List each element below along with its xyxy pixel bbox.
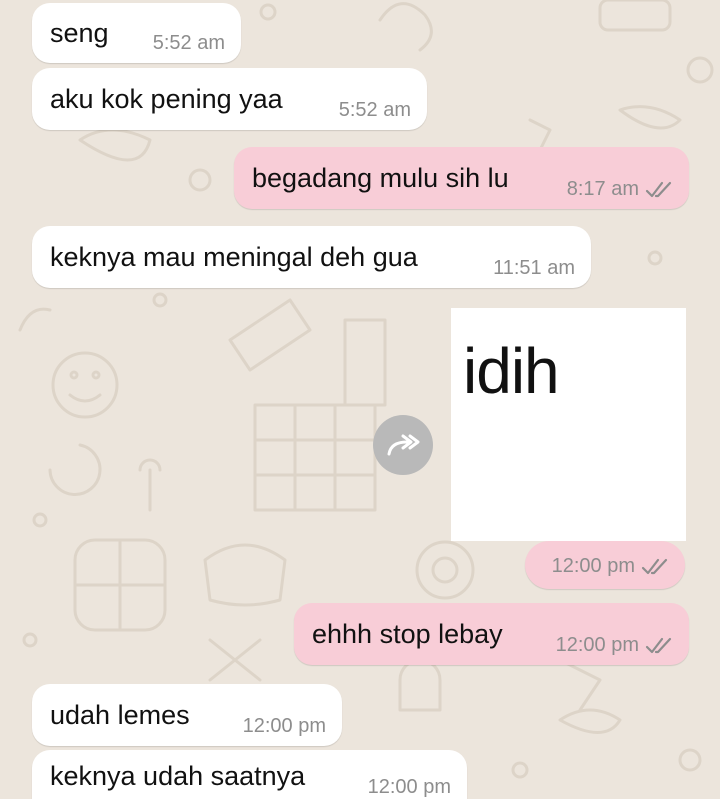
message-time: 5:52 am xyxy=(152,32,225,54)
image-caption-text: idih xyxy=(463,335,560,407)
bubble-tail xyxy=(44,3,45,4)
message-bubble-incoming[interactable]: udah lemes 12:00 pm xyxy=(32,684,342,746)
message-time: 12:00 pm xyxy=(367,776,451,798)
message-meta: 12:00 pm xyxy=(368,776,451,799)
shared-image[interactable]: idih xyxy=(451,308,686,541)
double-check-icon xyxy=(641,558,668,574)
message-meta: 12:00 pm xyxy=(556,634,673,657)
forward-arrow-icon xyxy=(387,434,420,456)
message-meta: 5:52 am xyxy=(153,32,225,55)
message-text: keknya mau meningal deh gua xyxy=(50,241,418,272)
message-meta: 11:51 am xyxy=(493,257,575,280)
message-time: 12:00 pm xyxy=(242,715,326,737)
message-bubble-incoming[interactable]: seng 5:52 am xyxy=(32,3,241,63)
message-bubble-incoming[interactable]: aku kok pening yaa 5:52 am xyxy=(32,68,427,130)
double-check-icon xyxy=(645,637,672,653)
message-time: 5:52 am xyxy=(338,99,411,121)
double-check-icon xyxy=(645,181,672,197)
message-time: 12:00 pm xyxy=(551,555,635,577)
message-bubble-outgoing[interactable]: ehhh stop lebay 12:00 pm xyxy=(294,603,689,665)
message-meta: 8:17 am xyxy=(567,178,673,201)
message-time: 11:51 am xyxy=(493,257,575,279)
message-text: aku kok pening yaa xyxy=(50,83,283,114)
message-text: ehhh stop lebay xyxy=(312,618,503,649)
message-time: 12:00 pm xyxy=(555,634,639,656)
message-bubble-outgoing[interactable]: begadang mulu sih lu 8:17 am xyxy=(234,147,689,209)
message-text: udah lemes xyxy=(50,699,190,730)
image-timestamp-pill: 12:00 pm xyxy=(525,541,685,589)
forward-button[interactable] xyxy=(373,415,433,475)
message-text: begadang mulu sih lu xyxy=(252,162,509,193)
message-bubble-incoming[interactable]: keknya mau meningal deh gua 11:51 am xyxy=(32,226,591,288)
message-time: 8:17 am xyxy=(566,178,639,200)
message-meta: 5:52 am xyxy=(339,99,411,122)
message-meta: 12:00 pm xyxy=(243,715,326,738)
message-text: seng xyxy=(50,17,109,48)
message-bubble-incoming[interactable]: keknya udah saatnya 12:00 pm xyxy=(32,750,467,799)
message-text: keknya udah saatnya xyxy=(50,761,306,791)
message-meta: 12:00 pm xyxy=(552,555,669,578)
